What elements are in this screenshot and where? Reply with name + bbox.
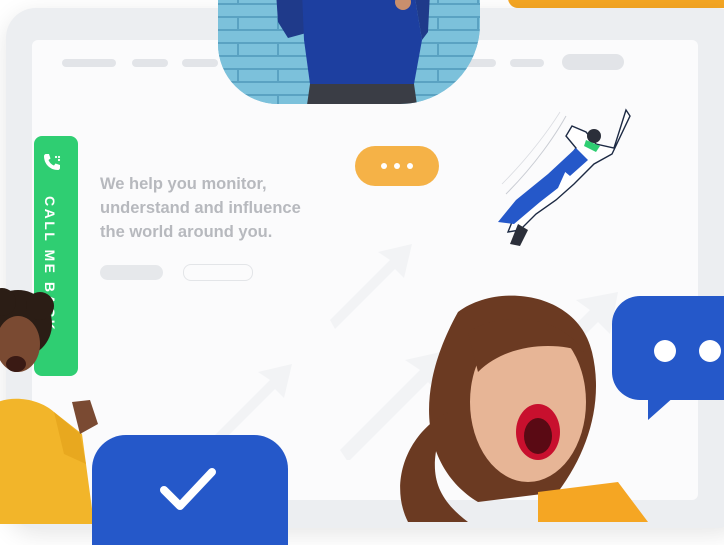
nav-placeholder (62, 59, 116, 67)
orange-accent-strip (508, 0, 724, 8)
nav-cta-placeholder (562, 54, 624, 70)
photo-girl-yellow-sweater (0, 288, 98, 524)
blue-chat-bubble-tail (648, 388, 684, 420)
phone-icon (44, 154, 61, 170)
photo-man-blue-sweater (218, 0, 480, 104)
mock-primary-button[interactable] (100, 265, 163, 280)
photo-woman-shouting (400, 295, 648, 522)
hero-tagline-line: the world around you. (100, 223, 273, 241)
flying-superhero-illustration (498, 108, 631, 246)
ellipsis-icon (699, 340, 721, 362)
ellipsis-icon (381, 163, 387, 169)
nav-placeholder (182, 59, 218, 67)
nav-placeholder (132, 59, 168, 67)
ellipsis-icon (394, 163, 400, 169)
hero-tagline: We help you monitor, understand and infl… (100, 172, 350, 244)
ellipsis-icon (407, 163, 413, 169)
nav-placeholder (510, 59, 544, 67)
hero-tagline-line: We help you monitor, (100, 175, 267, 193)
orange-chat-bubble (355, 146, 439, 186)
mock-secondary-button[interactable] (183, 264, 253, 281)
checkmark-icon (160, 468, 216, 510)
ellipsis-icon (654, 340, 676, 362)
hero-tagline-line: understand and influence (100, 199, 301, 217)
